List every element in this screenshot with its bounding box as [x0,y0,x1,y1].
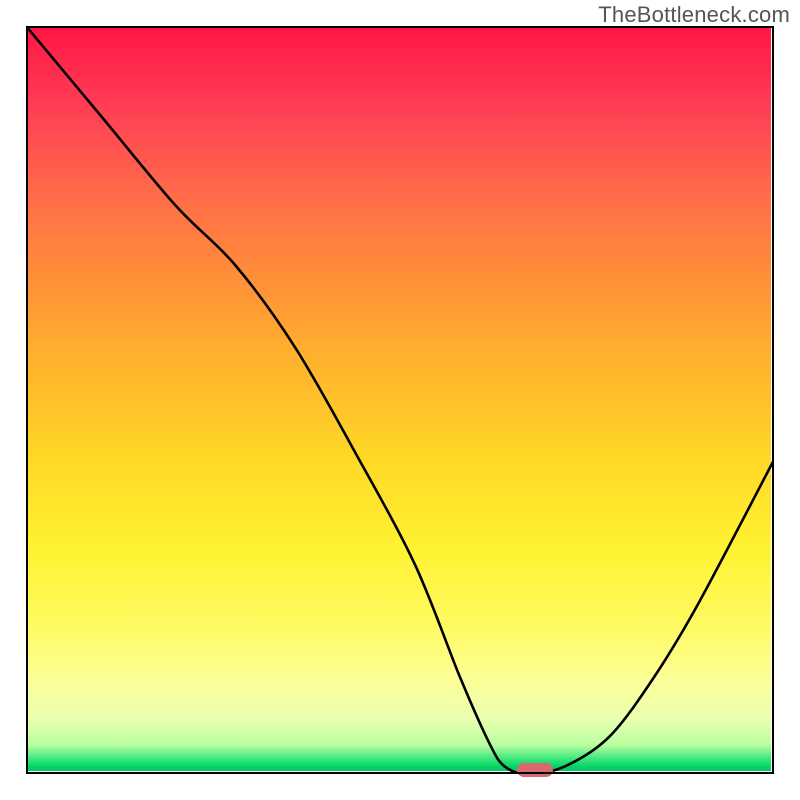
bottleneck-curve [26,26,774,774]
optimal-marker [517,763,553,777]
chart-area [26,26,774,774]
watermark-text: TheBottleneck.com [598,2,790,28]
chart-svg [26,26,774,774]
